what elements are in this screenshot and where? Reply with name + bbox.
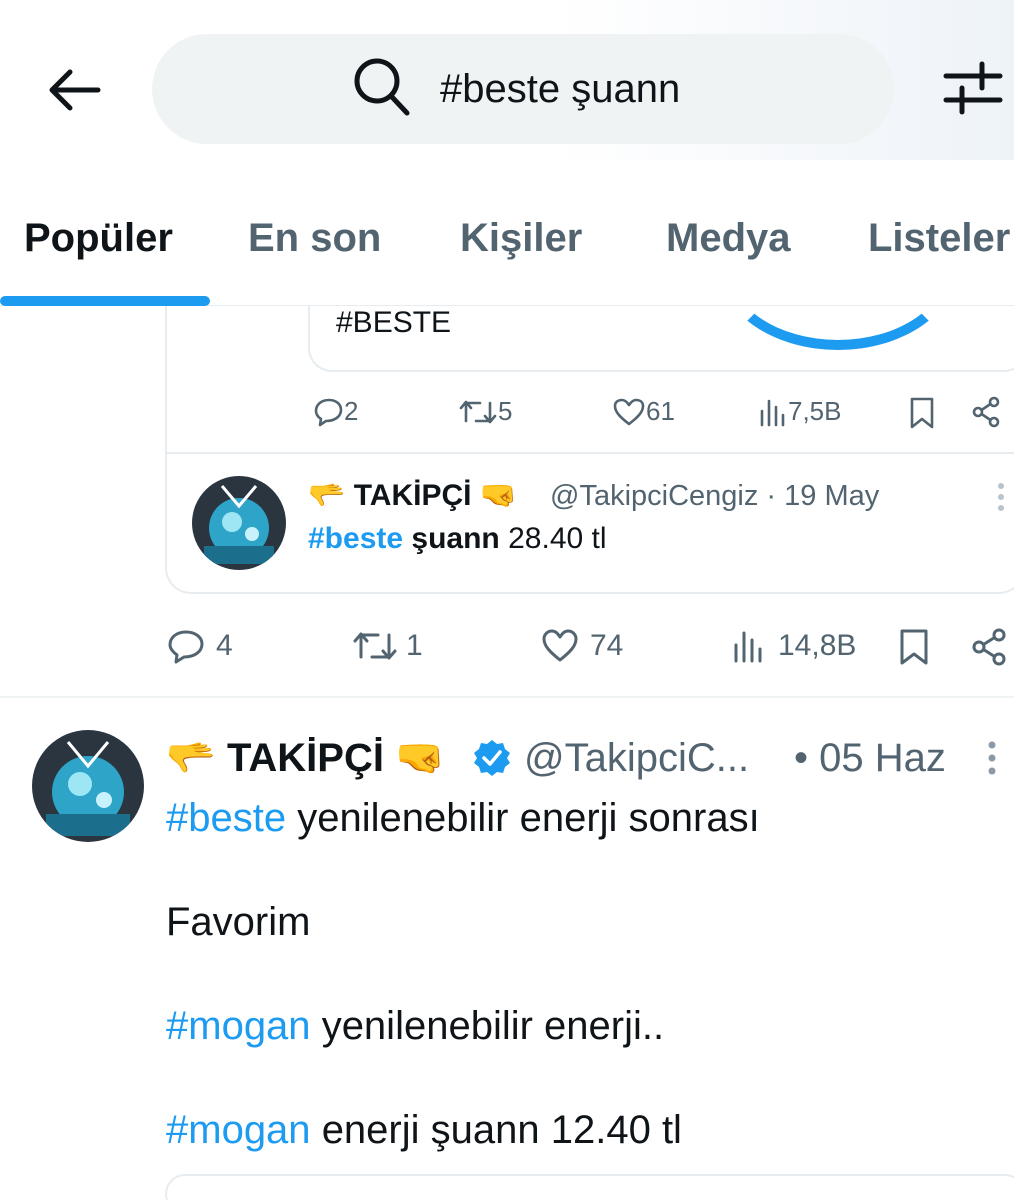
reply-count: 2 — [344, 396, 359, 426]
arrow-left-icon — [49, 69, 101, 111]
verified-badge-icon — [472, 738, 512, 783]
like-count: 74 — [590, 629, 624, 662]
quoted-views-button[interactable]: 7,5B — [758, 396, 842, 427]
tweet-text: yenilenebilir enerji sonrası — [297, 796, 760, 840]
search-query[interactable]: #beste şuann — [440, 64, 680, 114]
quoted-bookmark-button[interactable] — [908, 396, 936, 430]
share-icon — [972, 396, 1000, 428]
tab-popular[interactable]: Popüler — [24, 216, 173, 261]
avatar-image — [192, 476, 286, 570]
tweet-line-3: #mogan yenilenebilir enerji.. — [166, 1004, 664, 1049]
tweet-text: enerji şuann 12.40 tl — [321, 1108, 682, 1152]
more-vertical-icon — [998, 483, 1004, 511]
search-tabs: Popüler En son Kişiler Medya Listeler — [0, 160, 1014, 306]
tweet-text: #beste şuann 28.40 tl — [308, 522, 607, 556]
more-options-button[interactable] — [986, 740, 998, 781]
quoted-reply-button[interactable]: 2 — [312, 396, 358, 427]
repost-count: 5 — [498, 396, 513, 426]
heart-icon — [613, 398, 645, 425]
fist-emoji-right: 🤜 — [395, 736, 445, 780]
sliders-icon — [943, 61, 1003, 115]
bookmark-button[interactable] — [898, 628, 930, 666]
tweet-text: yenilenebilir enerji.. — [321, 1004, 665, 1048]
tweet-line-4: #mogan enerji şuann 12.40 tl — [166, 1108, 682, 1153]
media-card-top-edge[interactable] — [165, 1174, 1014, 1200]
quoted-repost-button[interactable]: 5 — [458, 396, 512, 427]
author-name[interactable]: 🫳 TAKİPÇİ 🤜 — [308, 478, 517, 513]
share-button[interactable] — [970, 628, 1008, 666]
repost-icon — [353, 632, 397, 660]
author-handle[interactable]: @TakipciCengiz — [550, 480, 758, 512]
bookmark-icon — [910, 397, 934, 429]
tab-lists[interactable]: Listeler — [868, 216, 1010, 261]
back-button[interactable] — [40, 58, 110, 122]
bookmark-icon — [900, 629, 928, 665]
more-vertical-icon — [988, 741, 996, 775]
views-button[interactable]: 14,8B — [732, 628, 856, 664]
reply-icon — [168, 630, 204, 664]
hand-emoji-left: 🫳 — [308, 479, 346, 512]
search-icon — [352, 56, 412, 123]
tweet-text-bold: şuann — [411, 522, 500, 555]
author-meta: @TakipciCengiz · 19 May — [550, 480, 879, 513]
repost-icon — [459, 400, 497, 423]
tweet-text-rest: 28.40 tl — [508, 522, 607, 555]
hashtag-link[interactable]: #beste — [166, 796, 286, 840]
like-count: 61 — [646, 396, 675, 426]
quoted-share-button[interactable] — [970, 396, 1002, 428]
author-display-name: TAKİPÇİ — [353, 479, 472, 512]
reply-icon — [314, 398, 343, 426]
share-icon — [972, 628, 1006, 666]
tab-latest[interactable]: En son — [248, 216, 381, 261]
tweet-line-2: Favorim — [166, 900, 311, 944]
reply-count: 4 — [216, 629, 233, 662]
author-handle[interactable]: @TakipciC... — [524, 736, 749, 781]
top-bar: #beste şuann — [0, 0, 1014, 160]
tweet-separator — [0, 696, 1014, 698]
author-name[interactable]: 🫳 TAKİPÇİ 🤜 — [166, 734, 445, 781]
more-options-button[interactable] — [996, 482, 1006, 517]
filter-button[interactable] — [940, 56, 1010, 120]
hashtag-link[interactable]: #mogan — [166, 1108, 311, 1152]
avatar[interactable] — [192, 476, 286, 570]
like-button[interactable]: 74 — [540, 628, 623, 664]
author-display-name: TAKİPÇİ — [226, 736, 384, 780]
fist-emoji-right: 🤜 — [479, 479, 518, 512]
active-tab-indicator — [0, 296, 210, 306]
heart-icon — [542, 629, 578, 662]
tweet-date[interactable]: · 19 May — [766, 480, 879, 512]
hashtag-link[interactable]: #mogan — [166, 1004, 311, 1048]
tweet-date[interactable]: • 05 Haz — [794, 736, 946, 781]
reply-button[interactable]: 4 — [166, 628, 233, 664]
hashtag-link[interactable]: #beste — [308, 522, 403, 555]
tweet-line-1: #beste yenilenebilir enerji sonrası — [166, 796, 760, 841]
views-icon — [734, 631, 762, 663]
views-icon — [760, 399, 785, 426]
quoted-like-button[interactable]: 61 — [612, 396, 675, 427]
views-count: 14,8B — [778, 629, 857, 662]
repost-button[interactable]: 1 — [352, 628, 423, 664]
repost-count: 1 — [406, 629, 423, 662]
views-count: 7,5B — [788, 396, 842, 426]
media-card-text: #BESTE — [336, 306, 452, 339]
hand-emoji-left: 🫳 — [166, 736, 216, 780]
avatar[interactable] — [32, 730, 144, 842]
tab-media[interactable]: Medya — [666, 216, 791, 261]
card-divider — [165, 452, 1014, 454]
tab-people[interactable]: Kişiler — [460, 216, 582, 261]
avatar-image — [32, 730, 144, 842]
